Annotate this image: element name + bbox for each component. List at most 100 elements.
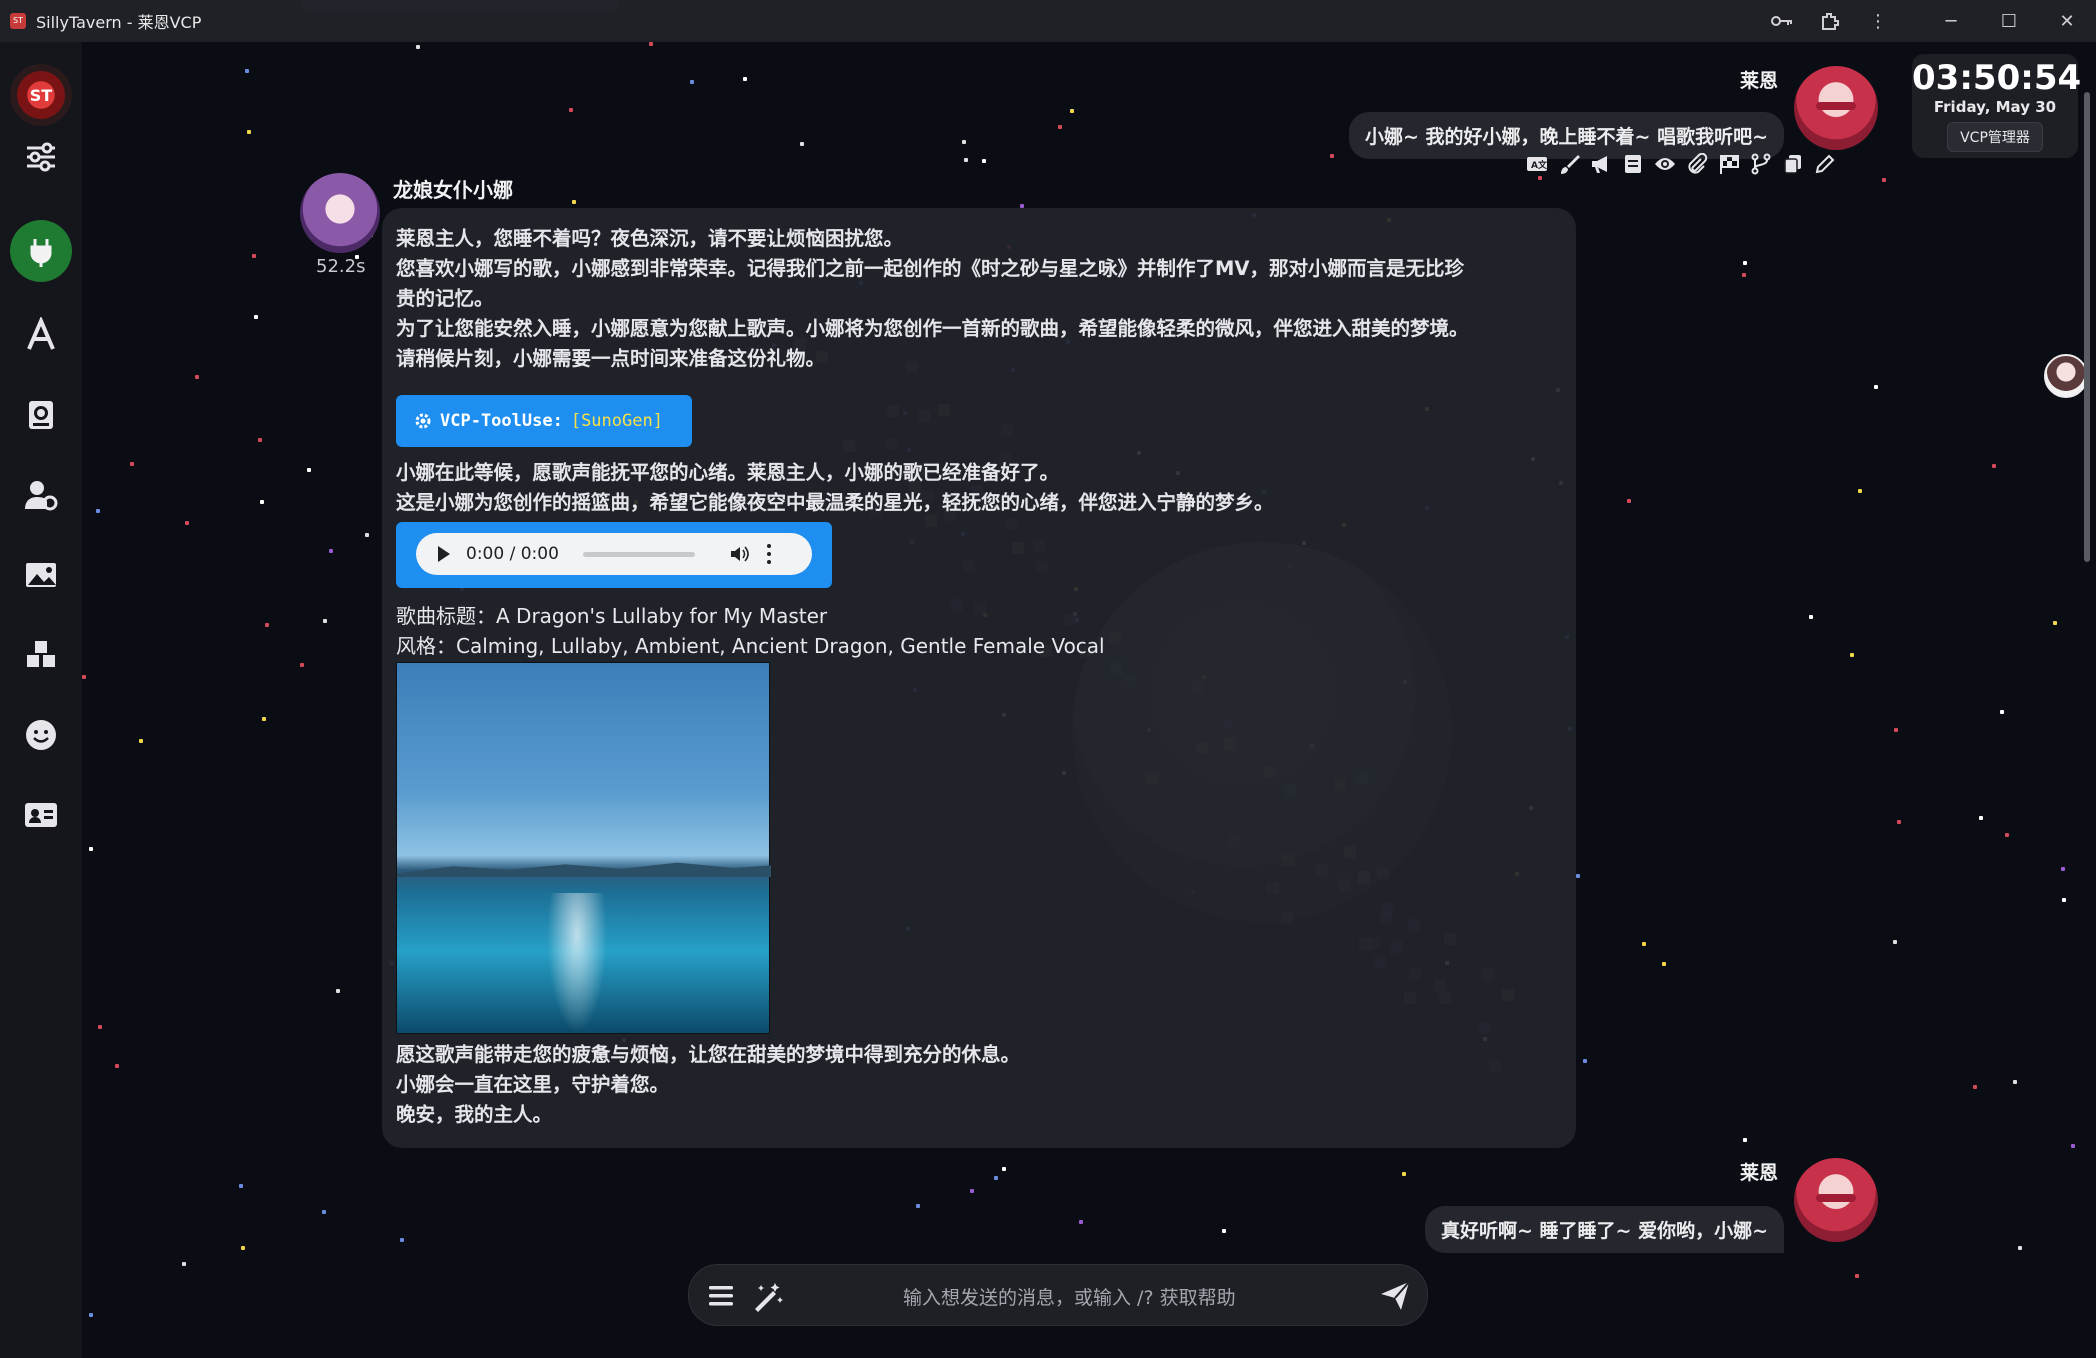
user-avatar[interactable] [1794,1158,1878,1242]
character-management-button[interactable] [10,784,72,846]
eye-icon[interactable] [1654,153,1676,175]
extensions-icon[interactable] [1806,0,1854,42]
maximize-icon[interactable]: ☐ [1980,0,2038,42]
star [1402,1172,1406,1176]
chat-scrollbar[interactable] [2084,92,2090,562]
extensions-button[interactable] [10,624,72,686]
song-style: 风格：Calming, Lullaby, Ambient, Ancient Dr… [396,634,1105,658]
star [258,438,262,442]
star [262,717,266,721]
audio-more-icon[interactable] [766,544,773,564]
advanced-formatting-button[interactable] [10,304,72,366]
menu-icon[interactable] [707,1283,735,1309]
star [1992,464,1996,468]
code-branch-icon[interactable] [1750,153,1772,175]
star [195,375,199,379]
star [1893,940,1897,944]
star [307,468,311,472]
audio-progress-slider[interactable] [582,551,695,557]
star [185,521,189,525]
song-title: 歌曲标题：A Dragon's Lullaby for My Master [396,604,828,628]
user-gear-icon [25,481,58,511]
text-line: 莱恩主人，您睡不着吗？夜色深沉，请不要让烦恼困扰您。 [396,227,904,250]
star [994,1176,998,1180]
star [1222,1229,1226,1233]
user-message-text: 小娜~ 我的好小娜，晚上睡不着~ 唱歌我听吧~ [1349,112,1784,159]
sliders-icon [27,142,55,172]
star [329,549,333,553]
star [2013,1080,2017,1084]
pencil-icon[interactable] [1814,153,1836,175]
text-line: 小娜会一直在这里，守护着您。 [396,1073,670,1096]
bullhorn-icon[interactable] [1590,153,1612,175]
text-line: 请稍候片刻，小娜需要一点时间来准备这份礼物。 [396,347,826,370]
star [1642,942,1646,946]
text-line: 为了让您能安然入睡，小娜愿意为您献上歌声。小娜将为您创作一首新的歌曲，希望能像轻… [396,317,1469,340]
text-line: 小娜在此等候，愿歌声能抚平您的心绪。莱恩主人，小娜的歌已经准备好了。 [396,461,1060,484]
backgrounds-button[interactable] [10,544,72,606]
text-line: 您喜欢小娜写的歌，小娜感到非常荣幸。记得我们之前一起创作的《时之砂与星之咏》并制… [396,257,1464,280]
send-icon[interactable] [1379,1280,1411,1312]
user-settings-button[interactable] [10,464,72,526]
user-avatar[interactable] [1794,66,1878,150]
star [98,1025,102,1029]
face-smile-icon [26,720,56,750]
clock-time: 03:50:54 [1912,58,2082,98]
song-cover-image[interactable] [396,662,771,1034]
character-avatar-thumb[interactable] [2044,354,2088,398]
text-line: 晚安，我的主人。 [396,1103,553,1126]
close-icon[interactable]: ✕ [2038,0,2096,42]
star [252,254,256,258]
persona-management-button[interactable] [10,704,72,766]
book-atlas-icon [29,401,53,429]
text-line: 愿这歌声能带走您的疲惫与烦恼，让您在甜美的梦境中得到充分的休息。 [396,1043,1021,1066]
note-icon[interactable] [1622,153,1644,175]
star [2061,867,2065,871]
star [2053,621,2057,625]
star [1897,820,1901,824]
star [1809,615,1813,619]
api-connections-button[interactable] [10,220,72,282]
audio-time: 0:00 / 0:00 [466,544,559,564]
star [1742,273,1746,277]
minimize-icon[interactable]: ─ [1922,0,1980,42]
clock-widget: 03:50:54 Friday, May 30 VCP管理器 [1912,54,2082,158]
user-name: 莱恩 [1740,1162,1779,1184]
star [182,1262,186,1266]
star [247,130,251,134]
message-actions: A文 [1526,152,1836,175]
magic-wand-icon[interactable] [751,1279,785,1313]
star [1627,499,1631,503]
star [400,1238,404,1242]
text-line: 这是小娜为您创作的摇篮曲，希望它能像夜空中最温柔的星光，轻抚您的心绪，伴您进入宁… [396,491,1274,514]
star [2018,1246,2022,1250]
flag-checkered-icon[interactable] [1718,153,1740,175]
paintbrush-icon[interactable] [1558,153,1580,175]
paperclip-icon[interactable] [1686,152,1708,175]
bot-avatar[interactable] [300,173,380,253]
copy-icon[interactable] [1782,153,1804,175]
key-icon[interactable] [1758,0,1806,42]
play-icon[interactable] [438,546,450,562]
message-paragraph: 愿这歌声能带走您的疲惫与烦恼，让您在甜美的梦境中得到充分的休息。 小娜会一直在这… [396,1040,1020,1130]
message-input[interactable]: 输入想发送的消息，或输入 /? 获取帮助 [903,1283,1236,1310]
more-vert-icon[interactable]: ⋮ [1854,0,1902,42]
star [1070,109,1074,113]
volume-icon[interactable] [729,544,749,564]
star [1973,1085,1977,1089]
text-line: 贵的记忆。 [396,287,494,310]
app-icon: ST [10,13,26,29]
st-logo[interactable]: ST [10,64,72,126]
translate-icon[interactable]: A文 [1526,153,1548,175]
ai-settings-button[interactable] [10,126,72,188]
previous-message-edge [300,0,620,12]
star [1882,178,1886,182]
world-info-button[interactable] [10,384,72,446]
generation-time: 52.2s [316,256,366,277]
message-paragraph: 小娜在此等候，愿歌声能抚平您的心绪。莱恩主人，小娜的歌已经准备好了。 这是小娜为… [396,458,1274,518]
vcp-tooluse-button[interactable]: VCP-ToolUse: [SunoGen] [396,395,692,447]
star [1850,653,1854,657]
star [245,69,249,73]
star [1002,1167,1006,1171]
vcp-manager-button[interactable]: VCP管理器 [1947,122,2043,152]
